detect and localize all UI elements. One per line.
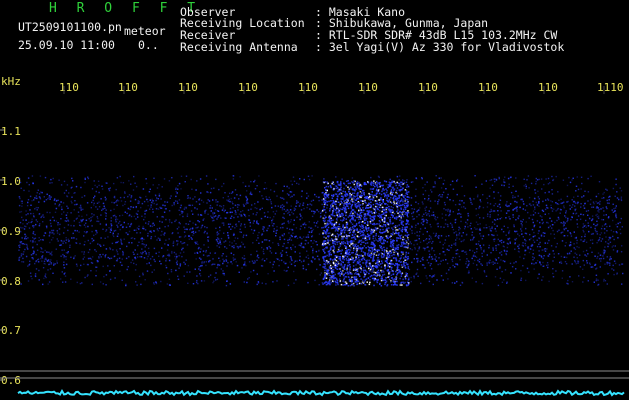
time-tick: 110 [178, 81, 198, 94]
time-tick: 110 [118, 81, 138, 94]
spectrogram-plot [0, 86, 629, 397]
meteor-tag: meteor [124, 24, 166, 38]
time-tick: 110 [238, 81, 258, 94]
time-tick: 1110 [597, 81, 624, 94]
time-tick: 110 [538, 81, 558, 94]
time-tick: 110 [478, 81, 498, 94]
info-value: : 3el Yagi(V) Az 330 for Vladivostok [315, 40, 565, 54]
freq-tick: 0.7 [1, 324, 21, 337]
time-tick: 110 [418, 81, 438, 94]
khz-unit-label: kHz [1, 75, 21, 88]
time-tick: 110 [59, 81, 79, 94]
time-tick: 110 [298, 81, 318, 94]
freq-tick: 1.0 [1, 175, 21, 188]
signal-trace [17, 389, 625, 397]
freq-tick: 0.8 [1, 275, 21, 288]
app-brand: H R O F F T [49, 1, 202, 16]
time-tick: 110 [358, 81, 378, 94]
signal-noise [18, 175, 624, 287]
capture-datetime: 25.09.10 11:00 [18, 38, 115, 52]
grid-lines [0, 86, 629, 381]
info-label: Receiving Antenna [180, 40, 298, 54]
freq-tick: 0.6 [1, 374, 21, 387]
info-antenna: Receiving Antenna : 3el Yagi(V) Az 330 fo… [180, 41, 564, 53]
freq-tick: 1.1 [1, 125, 21, 138]
freq-tick: 0.9 [1, 225, 21, 238]
meteor-count: 0.. [138, 38, 159, 52]
file-name: UT2509101100.pn [18, 20, 122, 34]
